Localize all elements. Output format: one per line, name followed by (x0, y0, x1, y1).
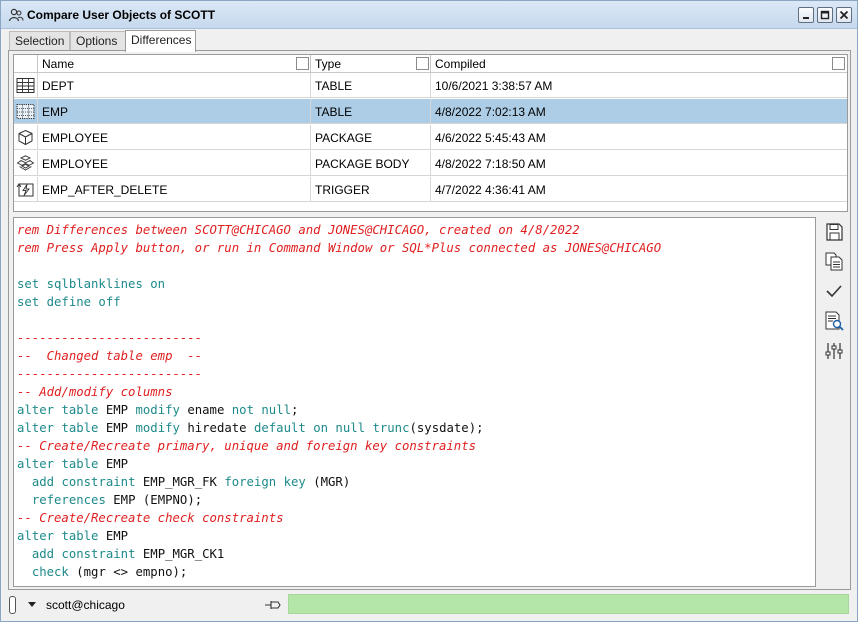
settings-sliders-icon (825, 343, 843, 359)
package-body-icon (16, 155, 35, 171)
row-compiled: 4/8/2022 7:02:13 AM (435, 105, 546, 119)
connection-label[interactable]: scott@chicago (46, 598, 125, 612)
row-icon-cell (14, 177, 38, 202)
title-bar: Compare User Objects of SCOTT (1, 1, 857, 29)
row-icon-cell (14, 73, 38, 98)
script-line: -- Changed table emp -- (17, 349, 203, 363)
chevron-down-icon[interactable] (27, 599, 37, 609)
script-text[interactable]: rem Differences between SCOTT@CHICAGO an… (17, 221, 661, 581)
script-line: add constraint EMP_MGR_FK foreign key (M… (31, 475, 351, 489)
save-icon (826, 223, 843, 241)
apply-check-icon (826, 285, 842, 298)
row-compiled: 4/8/2022 7:18:50 AM (435, 157, 546, 171)
row-type: PACKAGE BODY (311, 151, 431, 176)
table-row-selected[interactable]: EMP TABLE 4/8/2022 7:02:13 AM (14, 99, 847, 124)
header-compiled-label: Compiled (435, 57, 486, 71)
row-type: PACKAGE (311, 125, 431, 150)
objects-grid[interactable]: Name Type Compiled DEPT TABLE 10/6/2021 … (13, 54, 848, 212)
tab-differences[interactable]: Differences (125, 30, 196, 52)
script-line: -- Create/Recreate primary, unique and f… (17, 439, 477, 453)
script-line: references EMP (EMPNO); (31, 493, 203, 507)
connection-indicator (9, 596, 16, 614)
find-icon (825, 311, 844, 331)
users-compare-icon (8, 8, 24, 22)
header-icon-column (14, 55, 38, 73)
sql-script-editor[interactable]: rem Differences between SCOTT@CHICAGO an… (13, 217, 816, 587)
row-name: EMPLOYEE (38, 151, 311, 176)
script-line: rem Press Apply button, or run in Comman… (17, 241, 662, 255)
save-button[interactable] (823, 221, 845, 243)
close-button[interactable] (836, 7, 852, 23)
status-bar: scott@chicago (1, 591, 857, 621)
name-filter-checkbox[interactable] (296, 57, 309, 70)
script-line: check (mgr <> empno); (31, 565, 188, 579)
script-line: -- Create/Recreate check constraints (17, 511, 284, 525)
script-line (17, 311, 661, 329)
compiled-filter-checkbox[interactable] (832, 57, 845, 70)
row-compiled: 10/6/2021 3:38:57 AM (435, 79, 553, 93)
progress-bar (288, 594, 849, 614)
maximize-icon (820, 10, 830, 20)
script-line: alter table EMP modify ename not null; (17, 403, 299, 417)
script-line: ------------------------- (17, 367, 203, 381)
table-icon (16, 104, 35, 119)
row-icon-cell (14, 151, 38, 176)
window-title: Compare User Objects of SCOTT (27, 8, 216, 22)
header-type[interactable]: Type (311, 55, 431, 73)
header-compiled[interactable]: Compiled (431, 55, 847, 73)
copy-icon (825, 252, 843, 271)
script-line: alter table EMP (17, 457, 129, 471)
minimize-icon (803, 17, 809, 19)
script-line: ------------------------- (17, 331, 203, 345)
row-compiled: 4/6/2022 5:45:43 AM (435, 131, 546, 145)
find-button[interactable] (823, 310, 845, 332)
table-icon (16, 78, 35, 93)
row-name: EMP (38, 99, 311, 124)
type-filter-checkbox[interactable] (416, 57, 429, 70)
grid-header: Name Type Compiled (14, 55, 847, 73)
row-icon-cell (14, 99, 38, 124)
table-row[interactable]: EMPLOYEE PACKAGE BODY 4/8/2022 7:18:50 A… (14, 151, 847, 176)
package-icon (18, 129, 33, 146)
close-icon (839, 10, 849, 20)
row-compiled: 4/7/2022 4:36:41 AM (435, 183, 546, 197)
editor-toolbar (820, 217, 848, 367)
table-row[interactable]: EMPLOYEE PACKAGE 4/6/2022 5:45:43 AM (14, 125, 847, 150)
tab-selection[interactable]: Selection (9, 31, 70, 51)
header-name[interactable]: Name (38, 55, 311, 73)
row-icon-cell (14, 125, 38, 150)
script-line: rem Differences between SCOTT@CHICAGO an… (17, 223, 580, 237)
header-name-label: Name (42, 57, 75, 71)
tab-options[interactable]: Options (70, 31, 126, 51)
trigger-icon (16, 183, 34, 197)
script-line: add constraint EMP_MGR_CK1 (31, 547, 225, 561)
row-name: DEPT (38, 73, 311, 98)
script-line: alter table EMP (17, 529, 129, 543)
script-line: -- Add/modify columns (17, 385, 173, 399)
maximize-button[interactable] (817, 7, 833, 23)
table-row[interactable]: EMP_AFTER_DELETE TRIGGER 4/7/2022 4:36:4… (14, 177, 847, 202)
script-line: set define off (17, 295, 121, 309)
script-line: alter table EMP modify hiredate default … (17, 421, 484, 435)
copy-button[interactable] (823, 250, 845, 272)
row-type: TRIGGER (311, 177, 431, 202)
settings-button[interactable] (823, 340, 845, 362)
header-type-label: Type (315, 57, 342, 71)
row-name: EMPLOYEE (38, 125, 311, 150)
script-line (17, 257, 661, 275)
script-line: set sqlblanklines on (17, 277, 166, 291)
table-row[interactable]: DEPT TABLE 10/6/2021 3:38:57 AM (14, 73, 847, 98)
pin-icon[interactable] (263, 596, 283, 614)
minimize-button[interactable] (798, 7, 814, 23)
compare-window: Compare User Objects of SCOTT Selection … (0, 0, 858, 622)
row-type: TABLE (311, 73, 431, 98)
apply-button[interactable] (823, 280, 845, 302)
row-type: TABLE (311, 99, 431, 124)
row-name: EMP_AFTER_DELETE (38, 177, 311, 202)
differences-panel: Name Type Compiled DEPT TABLE 10/6/2021 … (8, 50, 851, 590)
